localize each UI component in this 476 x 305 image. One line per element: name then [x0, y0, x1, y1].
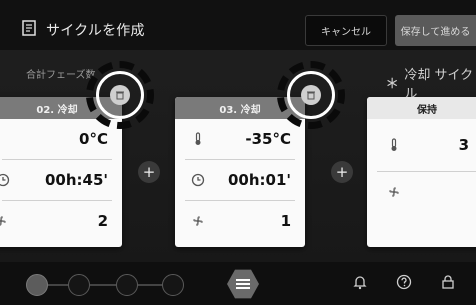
temperature-row[interactable]: 0°C	[2, 119, 112, 160]
help-icon[interactable]	[396, 274, 412, 290]
duration-row[interactable]: 00h:01'	[185, 160, 295, 201]
delete-phase-button[interactable]	[301, 85, 321, 105]
highlight-ring	[86, 61, 154, 129]
temperature-value: -35°C	[245, 130, 291, 148]
fan-icon	[193, 216, 203, 226]
phase-card-03[interactable]: 03. 冷却 -35°C 00h:01' 1	[175, 97, 305, 247]
trash-icon	[307, 91, 315, 100]
add-phase-button[interactable]: +	[138, 161, 160, 183]
temperature-row[interactable]: 3	[377, 119, 476, 172]
step-indicator-1[interactable]	[26, 274, 48, 296]
add-phase-button[interactable]: +	[331, 161, 353, 183]
header-bar: サイクルを作成 キャンセル 保存して進める	[0, 0, 476, 50]
snowflake-icon	[387, 77, 398, 89]
lock-icon[interactable]	[440, 274, 456, 290]
step-indicator-3[interactable]	[116, 274, 138, 296]
fan-row[interactable]	[377, 172, 476, 212]
step-connector	[90, 284, 116, 286]
fan-value: 2	[97, 212, 108, 230]
bell-icon[interactable]	[352, 274, 368, 290]
duration-value: 00h:01'	[227, 171, 291, 189]
step-indicator-2[interactable]	[68, 274, 90, 296]
thermometer-icon	[195, 132, 201, 145]
temperature-row[interactable]: -35°C	[185, 119, 295, 160]
clock-icon	[191, 173, 205, 187]
fan-icon	[0, 216, 6, 226]
step-connector	[48, 284, 68, 286]
temperature-value: 3	[458, 136, 469, 154]
fan-row[interactable]: 2	[0, 201, 112, 241]
page-title: サイクルを作成	[46, 23, 145, 39]
hamburger-icon	[236, 279, 250, 289]
create-cycle-screen: サイクルを作成 キャンセル 保存して進める 合計フェーズ数 冷却 サイクル 02…	[0, 0, 476, 305]
phase-card-hold[interactable]: 保持 3	[367, 97, 476, 247]
phase-card-title: 保持	[367, 97, 476, 119]
temperature-value: 0°C	[79, 130, 108, 148]
document-icon	[22, 20, 36, 36]
highlight-ring	[277, 61, 345, 129]
fan-value: 1	[280, 212, 291, 230]
total-phases-label: 合計フェーズ数	[26, 70, 96, 81]
cancel-button[interactable]: キャンセル	[305, 15, 387, 46]
duration-value: 00h:45'	[44, 171, 108, 189]
trash-icon	[116, 91, 124, 100]
step-connector	[138, 284, 162, 286]
duration-row[interactable]: 00h:45'	[0, 160, 112, 201]
step-indicator-4[interactable]	[162, 274, 184, 296]
delete-phase-button[interactable]	[110, 85, 130, 105]
thermometer-icon	[391, 138, 397, 151]
fan-icon	[389, 187, 399, 197]
clock-icon	[0, 173, 10, 187]
fan-row[interactable]: 1	[185, 201, 295, 241]
save-and-continue-button[interactable]: 保存して進める	[395, 15, 476, 46]
